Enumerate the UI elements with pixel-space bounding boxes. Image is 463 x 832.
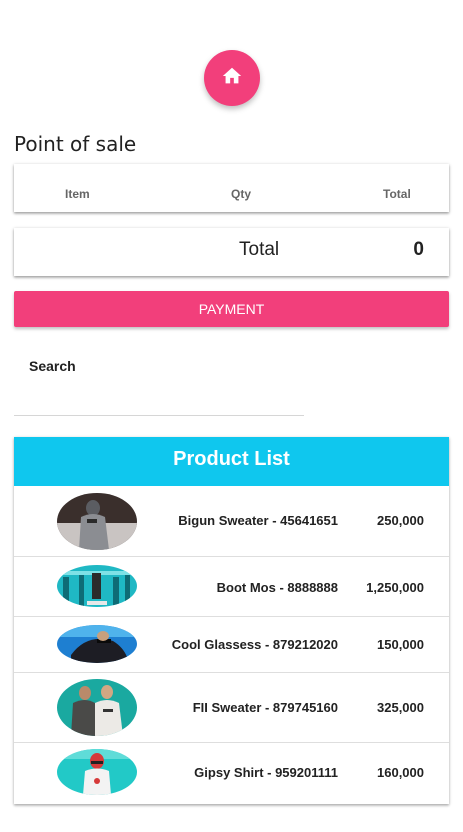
product-row[interactable]: Cool Glassess - 879212020 150,000	[14, 617, 449, 673]
column-header-qty: Qty	[231, 187, 252, 201]
product-name: FII Sweater - 879745160	[192, 700, 338, 715]
product-row[interactable]: Gipsy Shirt - 959201111 160,000	[14, 743, 449, 804]
product-row[interactable]: Bigun Sweater - 45641651 250,000	[14, 486, 449, 557]
product-image	[57, 565, 137, 607]
product-name: Gipsy Shirt - 959201111	[194, 765, 338, 780]
product-list: Product List Bigun Sweater - 45641651 25…	[14, 437, 449, 804]
product-list-title: Product List	[14, 437, 449, 486]
page-title: Point of sale	[14, 132, 137, 156]
product-price: 150,000	[377, 637, 424, 652]
product-price: 325,000	[377, 700, 424, 715]
total-card: Total 0	[14, 228, 449, 276]
product-name: Boot Mos - 8888888	[216, 580, 338, 595]
product-image	[57, 679, 137, 736]
product-price: 160,000	[377, 765, 424, 780]
column-header-item: Item	[65, 187, 90, 201]
home-button[interactable]	[204, 50, 260, 106]
total-label: Total	[239, 239, 280, 260]
product-image	[57, 625, 137, 663]
product-name: Bigun Sweater - 45641651	[178, 513, 338, 528]
order-table: Item Qty Total	[14, 164, 449, 212]
payment-button[interactable]: PAYMENT	[14, 291, 449, 327]
product-name: Cool Glassess - 879212020	[171, 637, 338, 652]
search-input[interactable]	[14, 380, 304, 416]
product-price: 250,000	[377, 513, 424, 528]
product-price: 1,250,000	[366, 580, 424, 595]
product-image	[57, 749, 137, 795]
column-header-total: Total	[383, 187, 411, 201]
product-row[interactable]: FII Sweater - 879745160 325,000	[14, 673, 449, 743]
home-icon	[221, 65, 243, 92]
product-image	[57, 493, 137, 550]
total-value: 0	[413, 239, 424, 260]
search-label: Search	[29, 358, 76, 374]
product-row[interactable]: Boot Mos - 8888888 1,250,000	[14, 557, 449, 617]
